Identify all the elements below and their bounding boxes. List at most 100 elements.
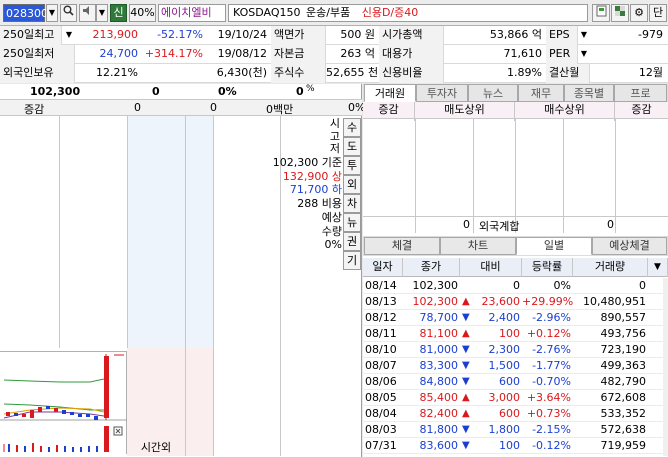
arrow-down-icon: ▼ [462,440,470,451]
table-row[interactable]: 07/31 83,600 100 -0.12% 719,959 ▼ [363,438,663,454]
tab-expected-trades[interactable]: 예상체결 [592,237,667,255]
cell-vol: 493,756 [600,327,647,340]
cell-vol: 723,190 [600,343,647,356]
side-btn-0[interactable]: 수 [343,118,361,137]
volume-value: 0 [296,85,304,98]
tab-financials[interactable]: 재무 [518,84,564,102]
daily-table-header: 일자 종가 대비 등락률 거래량 ▼ [363,258,668,277]
side-btn-7[interactable]: 기 [343,251,361,270]
arrow-up-icon: ▲ [462,408,470,419]
chevron-down-icon[interactable]: ▼ [96,4,108,22]
cell-date: 08/14 [365,279,397,292]
cell-diff: 23,600 [481,295,521,308]
after-hours-label[interactable]: 시간외 [127,439,185,455]
table-row[interactable]: 08/10 81,000 2,300 -2.76% 723,190 ▼ [363,342,663,358]
ask-total: 0 [134,101,141,114]
cell-vol: 482,790 [600,375,647,388]
expected-pct: 0% [324,238,342,252]
table-row[interactable]: 08/07 83,300 1,500 -1.77% 499,363 ▼ [363,358,663,374]
search-icon[interactable] [60,4,77,22]
volume-unit: % [306,84,315,94]
summary-grid: 250일최고 ▼ 213,900 -52.17% 19/10/24 액면가 50… [0,26,668,83]
tab-daily[interactable]: 일별 [516,237,592,255]
side-btn-6[interactable]: 권 [343,232,361,251]
tab-brokers[interactable]: 거래원 [364,84,416,102]
summary-value: 52,655 천 [326,66,379,79]
side-btn-1[interactable]: 도 [343,137,361,156]
tab-program[interactable]: 프로 [614,84,667,102]
cell-date: 08/13 [365,295,397,308]
chevron-down-icon[interactable]: ▼ [578,45,590,64]
stock-name: 에이치엘비 [158,4,226,22]
cell-close: 85,400 [419,391,459,404]
tab-news[interactable]: 뉴스 [468,84,518,102]
cell-close: 102,300 [412,279,459,292]
cell-close: 83,300 [419,359,459,372]
cell-date: 08/07 [365,359,397,372]
table-row[interactable]: 08/13 102,300 23,600 +29.99% 10,480,951 ▲ [363,294,663,310]
gear-icon[interactable]: ⚙ [630,4,648,22]
side-btn-5[interactable]: 뉴 [343,213,361,232]
credit-badge: 신 [110,4,127,22]
cell-rate: +29.99% [522,295,574,308]
speaker-icon[interactable] [79,4,96,22]
summary-label: 250일최저 [0,45,75,64]
expected-label: 예상 [321,210,342,224]
cell-diff: 2,300 [488,343,521,356]
single-mode-button[interactable]: 단 [649,4,667,22]
stock-code-input[interactable]: 028300 [3,4,48,22]
arrow-down-icon: ▼ [462,424,470,435]
scrollbar[interactable] [663,278,668,456]
summary-value: 71,610 [503,47,543,60]
side-btn-2[interactable]: 투 [343,156,361,175]
arrow-down-icon: ▼ [462,344,470,355]
chevron-down-icon[interactable]: ▼ [578,26,590,45]
grid-icon[interactable] [611,4,629,22]
arrow-down-icon: ▼ [462,376,470,387]
detail-tabs: 체결 차트 일별 예상체결 [363,236,668,256]
table-row[interactable]: 08/04 82,400 600 +0.73% 533,352 ▲ [363,406,663,422]
side-btn-3[interactable]: 외 [343,175,361,194]
foreign-buy-sum: 0 [607,218,614,231]
chevron-down-icon[interactable]: ▼ [46,4,58,22]
margin-rate-badge: 40% [129,4,156,22]
table-row[interactable]: 08/11 81,100 100 +0.12% 493,756 ▲ [363,326,663,342]
mini-candle-chart[interactable] [0,351,127,454]
cell-diff: 0 [513,279,520,292]
arrow-up-icon: ▲ [462,392,470,403]
summary-date: 19/08/12 [217,47,267,60]
cell-close: 81,800 [419,423,459,436]
summary-value: 1.89% [507,66,542,79]
chevron-down-icon[interactable]: ▼ [648,258,668,277]
table-row[interactable]: 08/06 84,800 600 -0.70% 482,790 ▼ [363,374,663,390]
price-change-pct: 0% [218,85,237,98]
summary-value: 213,900 [92,28,139,41]
table-row[interactable]: 08/12 78,700 2,400 -2.96% 890,557 ▼ [363,310,663,326]
cell-vol: 890,557 [600,311,647,324]
cell-diff: 600 [499,375,520,388]
sector-label: 운송/부품 [306,6,351,19]
arrow-up-icon: ▲ [462,296,470,307]
table-row[interactable]: 08/03 81,800 1,800 -2.15% 572,638 ▼ [363,422,663,438]
side-btn-4[interactable]: 차 [343,194,361,213]
order-book-panel: 102,300 0 0% 0 % 증감 0 0 0백만 0% 시 고 저 102… [0,84,365,457]
document-icon[interactable] [592,4,610,22]
cell-vol: 533,352 [600,407,647,420]
cell-vol: 10,480,951 [583,295,646,308]
col-volume: 거래량 [573,258,648,277]
cell-vol: 672,608 [600,391,647,404]
tab-trades[interactable]: 체결 [364,237,440,255]
table-row[interactable]: 08/14 102,300 0 0% 0 [363,278,663,294]
tab-by-stock[interactable]: 종목별 [564,84,614,102]
table-row[interactable]: 08/05 85,400 3,000 +3.64% 672,608 ▲ [363,390,663,406]
chevron-down-icon[interactable]: ▼ [63,26,75,45]
cell-rate: -2.15% [532,423,571,436]
credit-label: 신용D/증40 [361,6,419,19]
broker-header: 증감 매도상위 매수상위 증감 [363,102,668,121]
cell-rate: -0.70% [532,375,571,388]
tab-investors[interactable]: 투자자 [416,84,468,102]
summary-row: 250일최저 24,700 +314.17% 19/08/12 자본금 263 … [0,45,668,64]
summary-label: 결산월 [546,64,590,83]
tab-chart[interactable]: 차트 [440,237,516,255]
summary-value: 12월 [638,66,663,79]
